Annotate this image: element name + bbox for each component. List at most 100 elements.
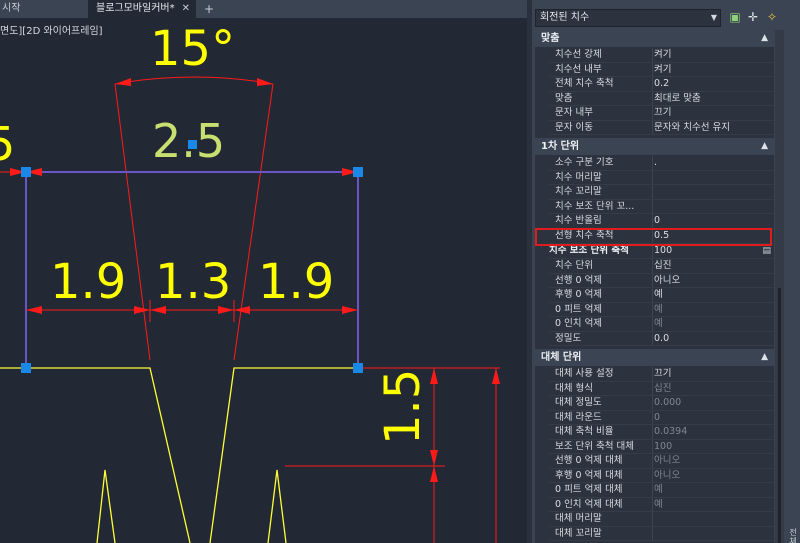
property-label: 대체 라운드	[555, 411, 602, 423]
section-primary-units[interactable]: 1차 단위 ▲	[535, 138, 774, 155]
angle-extension-left	[114, 83, 151, 361]
property-scrollbar[interactable]	[775, 30, 784, 543]
property-row[interactable]: 문자 내부 끄기	[535, 106, 774, 121]
property-row[interactable]: 대체 꼬리말	[535, 526, 774, 541]
property-row[interactable]: 0 피트 억제 예	[535, 302, 774, 317]
property-label: 치수 단위	[555, 260, 593, 271]
select-objects-icon[interactable]: ✛	[746, 10, 760, 24]
object-type-value: 회전된 치수	[540, 12, 590, 23]
property-value[interactable]: 예	[654, 498, 772, 512]
property-row[interactable]: 소수 구분 기호.	[535, 156, 774, 171]
property-value[interactable]: .	[654, 156, 772, 170]
grip-bottom-right[interactable]	[353, 363, 363, 373]
property-row[interactable]: 대체 정밀도 0.000	[535, 396, 774, 411]
property-value[interactable]: 문자와 치수선 유지	[654, 121, 772, 135]
property-value[interactable]: 아니오	[654, 469, 772, 483]
property-row[interactable]: 선행 0 억제 아니오	[535, 273, 774, 288]
tab-drawing[interactable]: 블로그모바일커버* ✕	[88, 0, 196, 18]
property-value[interactable]: 십진	[654, 382, 772, 396]
chevron-down-icon: ▼	[710, 13, 717, 22]
calculator-icon[interactable]: ▤	[762, 244, 771, 258]
property-row[interactable]: 대체 사용 설정 끄기	[535, 367, 774, 382]
new-tab-button[interactable]: +	[204, 0, 214, 18]
quick-select-icon[interactable]: ✧	[765, 10, 779, 24]
property-row[interactable]: 선행 0 억제 대체 아니오	[535, 454, 774, 469]
angle-arc	[114, 76, 274, 85]
property-value[interactable]: 예	[654, 303, 772, 317]
property-row[interactable]: 대체 머리말	[535, 512, 774, 527]
property-value[interactable]: 아니오	[654, 454, 772, 468]
property-value[interactable]: 0.0	[654, 332, 772, 346]
tab-start[interactable]: 시작	[0, 0, 88, 18]
toggle-pickadd-icon[interactable]: ▣	[728, 10, 742, 24]
property-value[interactable]: 예	[654, 288, 772, 302]
property-value[interactable]: 0.0394	[654, 425, 772, 439]
property-row[interactable]: 치수 보조 단위 축척 100 ▤	[535, 244, 774, 259]
section-fit[interactable]: 맞춤 ▲	[535, 30, 774, 47]
vertical-arrow-lower	[430, 466, 438, 482]
palette-side-tabs: 전체	[786, 30, 800, 543]
property-label: 치수 꼬리말	[555, 186, 602, 197]
property-row[interactable]: 정밀도 0.0	[535, 331, 774, 346]
property-value[interactable]: 예	[654, 483, 772, 497]
property-row[interactable]: 후행 0 억제 예	[535, 288, 774, 303]
property-row[interactable]: 0 인치 억제 예	[535, 317, 774, 332]
property-row[interactable]: 대체 형식 십진	[535, 381, 774, 396]
property-row[interactable]: 전체 치수 축척 0.2	[535, 77, 774, 92]
grip-top-left[interactable]	[21, 167, 31, 177]
property-row[interactable]: 치수 반올림 0	[535, 214, 774, 229]
property-row[interactable]: 대체 축척 비율 0.0394	[535, 425, 774, 440]
property-row[interactable]: 0 피트 억제 대체 예	[535, 483, 774, 498]
scrollbar-thumb[interactable]	[778, 288, 781, 543]
property-label: 보조 단위 축척 대체	[555, 440, 634, 452]
property-value[interactable]: 예	[654, 317, 772, 331]
left-cut-dimension-text: 5	[0, 117, 16, 171]
property-label: 치수선 강제	[555, 49, 602, 60]
property-value[interactable]: 0	[654, 411, 772, 425]
property-row[interactable]: 치수 머리말	[535, 170, 774, 185]
arrow-a	[26, 306, 42, 314]
grip-bottom-left[interactable]	[21, 363, 31, 373]
property-value[interactable]: 최대로 맞춤	[654, 92, 772, 106]
property-row[interactable]: 맞춤 최대로 맞춤	[535, 91, 774, 106]
property-row[interactable]: 보조 단위 축척 대체 100	[535, 439, 774, 454]
property-value[interactable]: 십진	[654, 259, 772, 273]
property-label: 0 피트 억제	[555, 303, 603, 315]
property-value[interactable]: 0	[654, 214, 772, 228]
property-label: 대체 축척 비율	[555, 426, 614, 437]
property-row[interactable]: 후행 0 억제 대체 아니오	[535, 468, 774, 483]
property-row[interactable]: 치수선 내부 켜기	[535, 62, 774, 77]
property-row[interactable]: 치수 보조 단위 꼬...	[535, 199, 774, 214]
property-value[interactable]: 0.2	[654, 77, 772, 91]
property-label: 대체 머리말	[555, 513, 602, 524]
property-value[interactable]: 켜기	[654, 48, 772, 62]
property-row[interactable]: 치수선 강제 켜기	[535, 48, 774, 63]
property-label: 대체 꼬리말	[555, 527, 602, 539]
property-value[interactable]: 켜기	[654, 63, 772, 77]
property-value[interactable]: 100	[654, 244, 772, 258]
property-label: 치수선 내부	[555, 63, 602, 75]
property-row[interactable]: 대체 라운드 0	[535, 410, 774, 425]
property-label: 선행 0 억제	[555, 274, 603, 286]
section-alternate-units[interactable]: 대체 단위 ▲	[535, 349, 774, 366]
property-list: 맞춤 ▲ 치수선 강제 켜기 치수선 내부 켜기 전체 치수 축척 0.2 맞춤 최대로…	[535, 30, 774, 543]
property-row[interactable]: 문자 이동 문자와 치수선 유지	[535, 120, 774, 135]
property-value[interactable]: 끄기	[654, 106, 772, 120]
property-value[interactable]: 끄기	[654, 367, 772, 381]
property-label: 선행 0 억제 대체	[555, 455, 623, 466]
drawing-canvas[interactable]: 면도][2D 와이어프레임] 15° 2.5 5 1.9 1.3 1.9 1.5	[0, 18, 527, 543]
side-tab-all[interactable]: 전체	[787, 528, 799, 543]
grip-top-right[interactable]	[353, 167, 363, 177]
highlight-box	[535, 228, 772, 246]
property-value[interactable]: 100	[654, 440, 772, 454]
left-dimension-text: 1.9	[50, 254, 127, 310]
property-row[interactable]: 0 인치 억제 대체 예	[535, 497, 774, 512]
property-row[interactable]: 치수 꼬리말	[535, 185, 774, 200]
close-icon[interactable]: ✕	[182, 0, 190, 18]
object-type-select[interactable]: 회전된 치수 ▼	[535, 9, 721, 27]
property-value[interactable]: 아니오	[654, 274, 772, 288]
property-row[interactable]: 치수 단위 십진	[535, 259, 774, 274]
outer-arrow-top	[492, 368, 500, 384]
viewport-label[interactable]: 면도][2D 와이어프레임]	[0, 22, 103, 37]
property-value[interactable]: 0.000	[654, 396, 772, 410]
